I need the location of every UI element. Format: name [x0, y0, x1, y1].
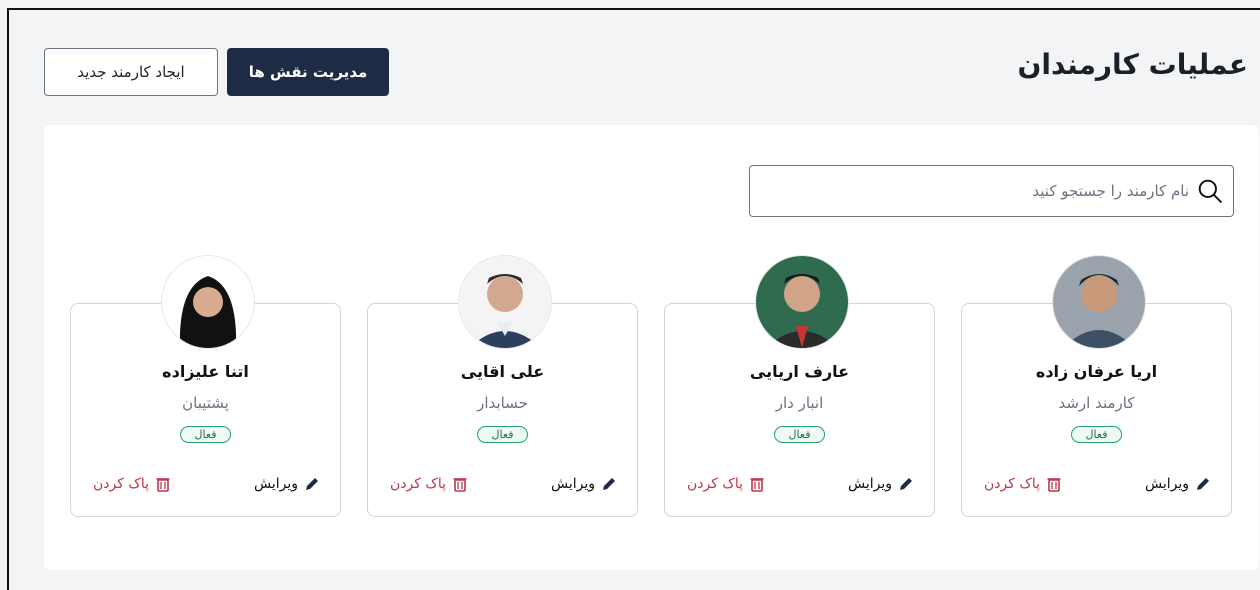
employee-name: علی اقایی	[460, 362, 545, 381]
pencil-icon	[900, 478, 912, 490]
status-badge: فعال	[476, 426, 529, 443]
search-input[interactable]	[750, 175, 1191, 207]
delete-button[interactable]: پاک کردن	[687, 476, 765, 492]
avatar	[755, 255, 849, 349]
manage-roles-button[interactable]: مدیریت نقش ها	[227, 48, 389, 96]
employee-role: انبار دار	[775, 394, 824, 412]
delete-label: پاک کردن	[93, 476, 150, 492]
delete-button[interactable]: پاک کردن	[984, 476, 1062, 492]
avatar	[458, 255, 552, 349]
delete-label: پاک کردن	[687, 476, 744, 492]
edit-label: ویرایش	[847, 476, 892, 492]
trash-icon	[750, 478, 764, 492]
status-badge: فعال	[179, 426, 232, 443]
trash-icon	[453, 478, 467, 492]
employee-role: کارمند ارشد	[1058, 394, 1135, 412]
edit-label: ویرایش	[550, 476, 595, 492]
edit-button[interactable]: ویرایش	[254, 476, 320, 492]
delete-button[interactable]: پاک کردن	[93, 476, 171, 492]
pencil-icon	[306, 478, 318, 490]
edit-button[interactable]: ویرایش	[848, 476, 914, 492]
delete-label: پاک کردن	[390, 476, 447, 492]
app-frame: عملیات کارمندان مدیریت نقش ها ایجاد کارم…	[7, 8, 1260, 590]
page-title: عملیات کارمندان	[1017, 48, 1248, 81]
avatar	[161, 255, 255, 349]
employee-card: اتنا علیزاده پشتیبان فعال ویرایش پاک کرد…	[70, 255, 341, 517]
delete-button[interactable]: پاک کردن	[390, 476, 468, 492]
employee-card: علی اقایی حسابدار فعال ویرایش پاک کردن	[367, 255, 638, 517]
employee-name: اریا عرفان زاده	[1035, 362, 1158, 381]
pencil-icon	[603, 478, 615, 490]
trash-icon	[1047, 478, 1061, 492]
employee-card: اریا عرفان زاده کارمند ارشد فعال ویرایش …	[961, 255, 1232, 517]
delete-label: پاک کردن	[984, 476, 1041, 492]
employee-name: اتنا علیزاده	[162, 362, 249, 381]
new-employee-button[interactable]: ایجاد کارمند جدید	[44, 48, 218, 96]
edit-button[interactable]: ویرایش	[1145, 476, 1211, 492]
edit-label: ویرایش	[253, 476, 298, 492]
status-badge: فعال	[773, 426, 826, 443]
pencil-icon	[1197, 478, 1209, 490]
employee-role: پشتیبان	[182, 394, 229, 412]
employee-role: حسابدار	[477, 394, 528, 412]
edit-button[interactable]: ویرایش	[551, 476, 617, 492]
avatar	[1052, 255, 1146, 349]
employee-card: عارف اریایی انبار دار فعال ویرایش پاک کر…	[664, 255, 935, 517]
search-icon	[1198, 179, 1222, 203]
search-box[interactable]	[749, 165, 1234, 217]
employees-panel: اریا عرفان زاده کارمند ارشد فعال ویرایش …	[44, 125, 1259, 570]
employee-name: عارف اریایی	[749, 362, 850, 381]
status-badge: فعال	[1070, 426, 1123, 443]
edit-label: ویرایش	[1144, 476, 1189, 492]
trash-icon	[156, 478, 170, 492]
